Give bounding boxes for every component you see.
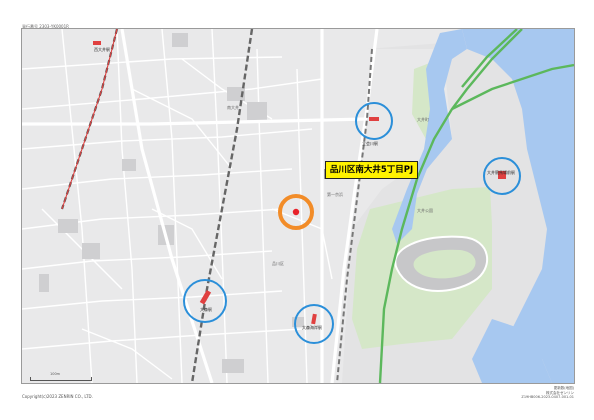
place-label-park: 大井公園 [417, 207, 433, 213]
map-svg: 立会川駅 大井競馬場前駅 大森駅 大森海岸駅 西大井駅 品川区 大井公園 大井町… [22, 29, 574, 383]
station-label-tachiaigawa: 立会川駅 [362, 140, 378, 146]
scale-bar [30, 377, 92, 381]
scale-label: 100m [50, 372, 61, 376]
station-platform-nishi-oi [93, 41, 101, 45]
map-canvas[interactable]: 立会川駅 大井競馬場前駅 大森駅 大森海岸駅 西大井駅 品川区 大井公園 大井町… [21, 28, 575, 384]
station-label-omori-kaigan: 大森海岸駅 [302, 324, 322, 330]
copyright-text: Copyright(c)2023 ZENRIN CO., LTD. [22, 394, 93, 399]
station-label-omori: 大森駅 [200, 306, 212, 312]
place-label-area-east: 大井町 [417, 116, 429, 122]
site-dot [292, 208, 300, 216]
station-label-oi-keibajo: 大井競馬場前駅 [487, 169, 515, 175]
map-page: 発行番号 2303-YK0001R 立会川駅 大井競馬場前駅 大森駅 大森海岸駅… [0, 0, 594, 420]
place-label-route: 第一京浜 [327, 191, 343, 197]
footer-info: 更新数(地図) 株式会社ゼンリン Z19HB006-2023-0407-001-… [521, 386, 574, 400]
footer-line-3: Z19HB006-2023-0407-001-01 [521, 395, 574, 399]
place-label-oi5: 南大井 [227, 104, 239, 110]
place-label-shop: 品川区 [272, 261, 284, 266]
station-label-nishi-oi: 西大井駅 [94, 46, 110, 52]
project-label: 品川区南大井5丁目PJ [325, 161, 418, 179]
station-platform-tachiaigawa [369, 117, 379, 121]
